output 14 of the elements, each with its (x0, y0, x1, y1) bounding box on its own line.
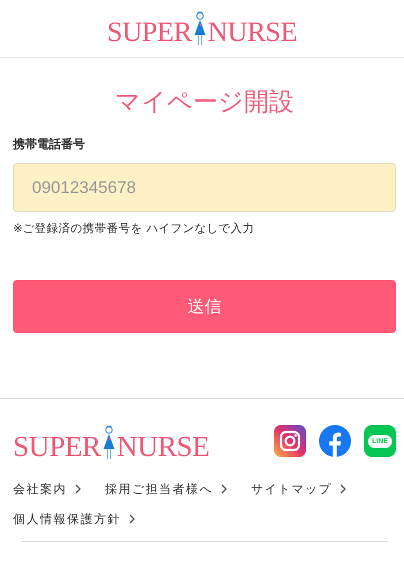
footer-link[interactable]: サイトマップ (251, 479, 346, 499)
chevron-icon (75, 484, 81, 494)
input-hint: ※ご登録済の携帯番号を ハイフンなしで入力 (13, 221, 256, 236)
instagram-icon[interactable] (274, 425, 306, 457)
chevron-icon (221, 484, 227, 494)
chevron-icon (129, 514, 135, 524)
footer-link[interactable]: 個人情報保護方針 (13, 509, 135, 529)
phone-input-field[interactable]: 09012345678 (13, 163, 396, 212)
page-title: マイページ開設 (114, 86, 295, 118)
field-label: 携帯電話番号 (13, 136, 86, 153)
footer-link[interactable]: 採用ご担当者様へ (105, 479, 227, 499)
footer-link[interactable]: 会社案内 (13, 479, 81, 499)
facebook-icon[interactable] (319, 425, 351, 457)
chevron-icon (340, 484, 346, 494)
